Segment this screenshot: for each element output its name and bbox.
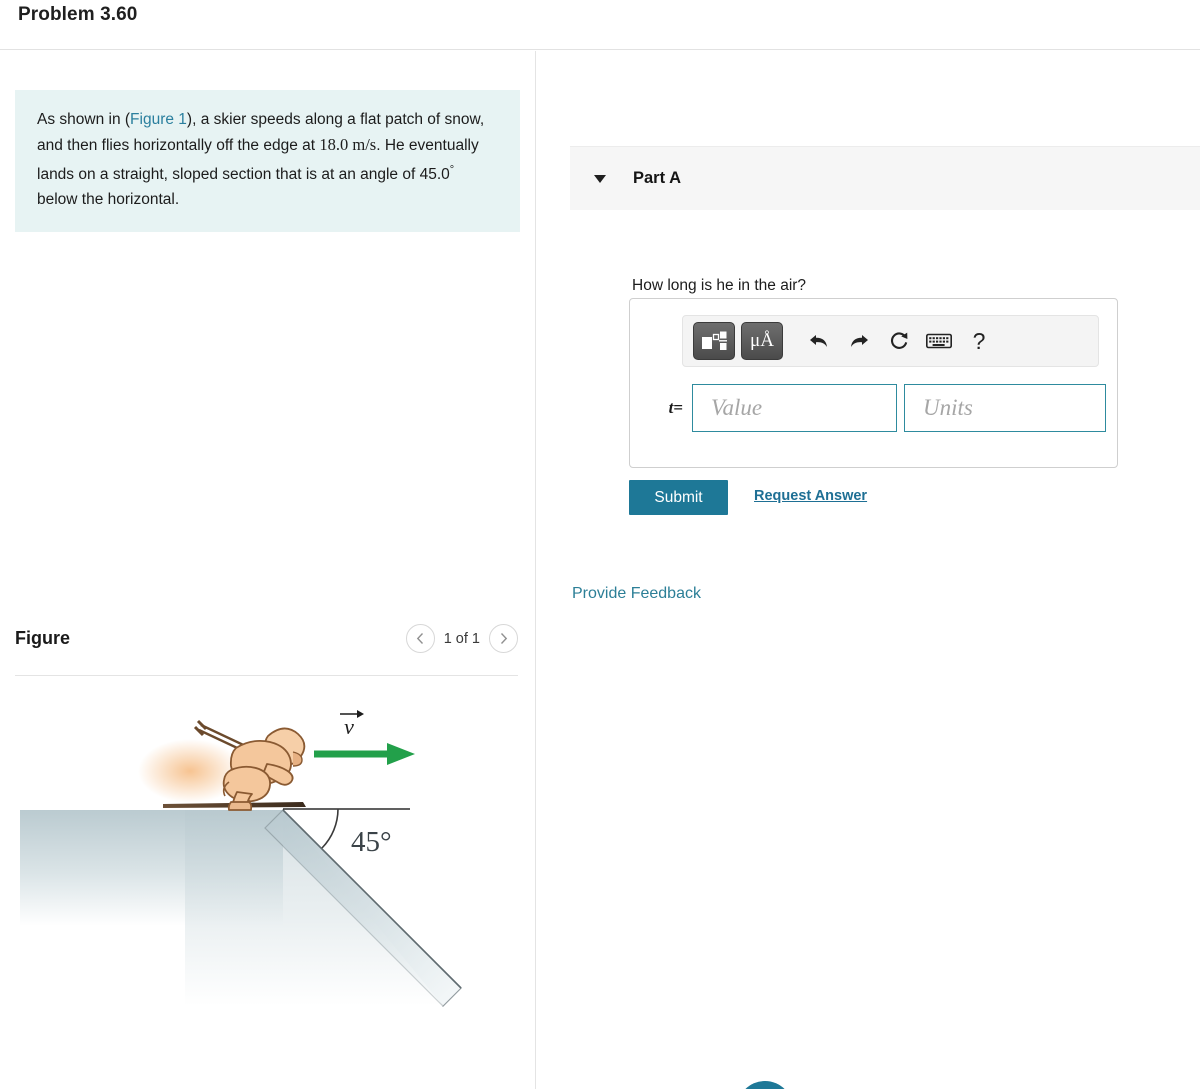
skier-boot — [227, 801, 253, 811]
figure-header: Figure 1 of 1 — [15, 620, 518, 674]
skier-diagram: v 45° — [20, 710, 462, 1007]
answer-entry-panel: μÅ ? t= Value Units — [629, 298, 1118, 468]
redo-button[interactable] — [842, 323, 876, 359]
undo-icon — [810, 335, 827, 347]
units-input[interactable]: Units — [904, 384, 1106, 432]
math-template-icon — [702, 331, 727, 350]
part-a-header[interactable]: Part A — [570, 146, 1200, 210]
figure-page-count: 1 of 1 — [443, 630, 480, 647]
page-title: Problem 3.60 — [18, 4, 138, 25]
velocity-label: v — [340, 710, 364, 739]
motion-blur — [138, 739, 242, 803]
answer-toolbar: μÅ ? — [682, 315, 1099, 367]
help-glyph: ? — [972, 327, 986, 354]
statement-angle: 45.0 — [419, 166, 450, 184]
angle-arc — [321, 808, 339, 849]
problem-statement-box: As shown in (Figure 1), a skier speeds a… — [15, 90, 520, 233]
statement-part-1: As shown in ( — [37, 111, 131, 128]
keyboard-button[interactable] — [922, 323, 956, 359]
angle-label: 45° — [351, 826, 392, 858]
reset-icon — [891, 332, 908, 349]
caret-down-icon[interactable] — [594, 174, 606, 183]
keyboard-icon — [926, 333, 952, 349]
equals-symbol: = — [673, 398, 683, 417]
provide-feedback-link[interactable]: Provide Feedback — [572, 585, 701, 603]
request-answer-link[interactable]: Request Answer — [754, 488, 867, 504]
help-button[interactable]: ? — [962, 323, 996, 359]
slope-underfill — [185, 810, 443, 1006]
value-placeholder: Value — [711, 395, 763, 420]
submit-button[interactable]: Submit — [629, 480, 728, 515]
page-header: Problem 3.60 — [0, 0, 1200, 50]
figure-prev-button[interactable] — [405, 624, 435, 653]
reset-button[interactable] — [882, 323, 916, 359]
part-a-title: Part A — [633, 169, 681, 187]
figure-image[interactable]: v 45° — [15, 696, 520, 1089]
answer-equation-row: t= Value Units — [640, 383, 1110, 433]
degree-symbol: ° — [449, 164, 455, 176]
units-placeholder: Units — [923, 395, 973, 420]
problem-page: Problem 3.60 As shown in (Figure 1), a s… — [0, 0, 1200, 1089]
figure-next-button[interactable] — [489, 624, 518, 653]
units-button[interactable]: μÅ — [741, 322, 783, 360]
statement-speed: 18.0 m/s — [319, 134, 377, 154]
part-a-question: How long is he in the air? — [632, 277, 807, 294]
problem-statement-text: As shown in (Figure 1), a skier speeds a… — [37, 108, 498, 212]
redo-icon — [851, 335, 868, 347]
statement-part-4: below the horizontal. — [37, 190, 180, 208]
figure-section-label: Figure — [15, 628, 71, 648]
chevron-left-icon — [416, 633, 423, 644]
velocity-symbol: v — [344, 714, 354, 739]
undo-button[interactable] — [802, 323, 836, 359]
value-input[interactable]: Value — [692, 384, 897, 432]
left-panel: As shown in (Figure 1), a skier speeds a… — [0, 51, 535, 1089]
math-template-button[interactable] — [693, 322, 735, 360]
answer-variable-label: t= — [640, 398, 692, 418]
figure-1-link[interactable]: Figure 1 — [130, 111, 187, 128]
units-glyph: μÅ — [750, 330, 774, 351]
right-panel: Part A How long is he in the air? Expres… — [536, 51, 1200, 1089]
figure-pager: 1 of 1 — [405, 624, 518, 653]
velocity-arrow — [314, 743, 415, 765]
chevron-right-icon — [500, 633, 508, 644]
figure-divider — [15, 675, 518, 676]
